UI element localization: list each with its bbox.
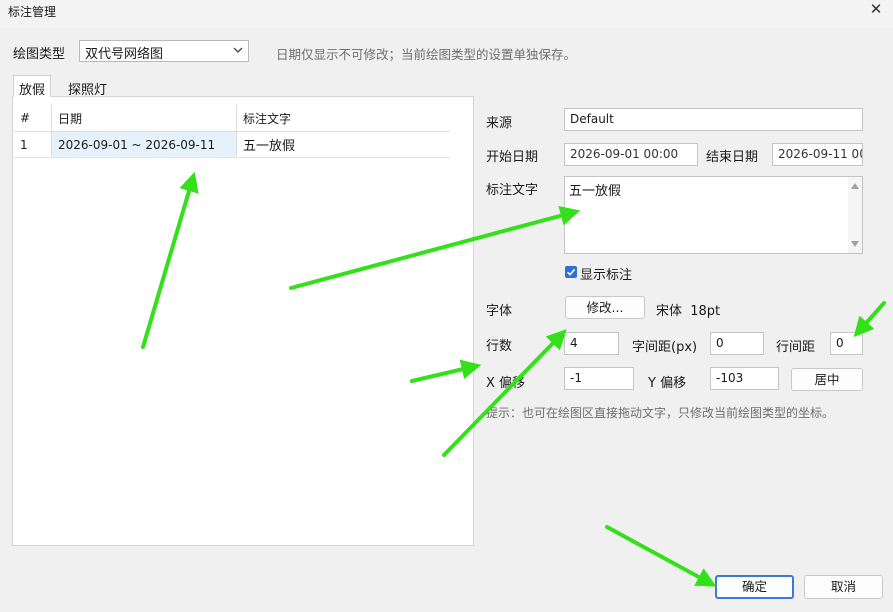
source-field[interactable]: Default bbox=[564, 108, 863, 131]
column-header-date[interactable]: 日期 bbox=[52, 105, 237, 131]
x-offset-label: X 偏移 bbox=[486, 376, 526, 391]
line-spacing-label: 行间距 bbox=[776, 340, 816, 355]
y-offset-field[interactable]: -103 bbox=[710, 367, 779, 390]
rows-label: 行数 bbox=[486, 339, 513, 354]
end-date-field: 2026-09-11 00:00 bbox=[772, 143, 863, 166]
rows-field[interactable]: 4 bbox=[564, 332, 619, 355]
checkmark-icon bbox=[566, 268, 576, 276]
annotation-text-area[interactable]: 五一放假 bbox=[564, 176, 863, 254]
char-spacing-field[interactable]: 0 bbox=[710, 332, 764, 355]
show-annotation-label[interactable]: 显示标注 bbox=[580, 264, 632, 283]
start-date-label: 开始日期 bbox=[486, 150, 539, 165]
drag-tip: 提示：也可在绘图区直接拖动文字，只修改当前绘图类型的坐标。 bbox=[486, 406, 835, 420]
end-date-label: 结束日期 bbox=[706, 150, 759, 165]
line-spacing-field[interactable]: 0 bbox=[830, 332, 863, 355]
column-header-index[interactable]: # bbox=[14, 105, 52, 131]
close-icon[interactable]: ✕ bbox=[862, 0, 890, 18]
arrow-icon bbox=[605, 525, 717, 587]
x-offset-field[interactable]: -1 bbox=[564, 367, 634, 390]
font-modify-button[interactable]: 修改... bbox=[565, 296, 645, 319]
font-label: 字体 bbox=[486, 304, 513, 319]
cancel-button[interactable]: 取消 bbox=[804, 575, 883, 599]
arrow-icon bbox=[853, 301, 886, 338]
window-title: 标注管理 bbox=[8, 5, 57, 19]
y-offset-label: Y 偏移 bbox=[648, 376, 687, 391]
show-annotation-checkbox[interactable] bbox=[565, 266, 577, 278]
tab-holiday[interactable]: 放假 bbox=[13, 75, 52, 98]
chart-type-hint: 日期仅显示不可修改；当前绘图类型的设置单独保存。 bbox=[276, 47, 577, 62]
annotation-list-panel: # 日期 标注文字 1 2026-09-01 ~ 2026-09-11 五一放假 bbox=[12, 96, 474, 546]
chart-type-label: 绘图类型 bbox=[13, 47, 66, 62]
table-row[interactable]: 1 2026-09-01 ~ 2026-09-11 五一放假 bbox=[14, 132, 450, 158]
annotation-table: # 日期 标注文字 1 2026-09-01 ~ 2026-09-11 五一放假 bbox=[14, 105, 450, 158]
chevron-down-icon bbox=[233, 47, 243, 53]
title-bar bbox=[0, 0, 893, 28]
center-button[interactable]: 居中 bbox=[791, 368, 863, 391]
tab-spotlight[interactable]: 探照灯 bbox=[63, 76, 112, 98]
scroll-down-icon[interactable] bbox=[851, 241, 859, 247]
chart-type-value: 双代号网络图 bbox=[85, 47, 164, 62]
char-spacing-label: 字间距(px) bbox=[632, 340, 698, 355]
scroll-up-icon[interactable] bbox=[851, 183, 859, 189]
source-label: 来源 bbox=[486, 116, 513, 131]
start-date-field: 2026-09-01 00:00 bbox=[564, 143, 698, 166]
text-area-scrollbar[interactable] bbox=[848, 177, 862, 253]
row-date[interactable]: 2026-09-01 ~ 2026-09-11 bbox=[52, 132, 237, 157]
row-text[interactable]: 五一放假 bbox=[237, 132, 450, 157]
chart-type-select[interactable]: 双代号网络图 bbox=[79, 40, 249, 62]
column-header-text[interactable]: 标注文字 bbox=[237, 105, 450, 131]
row-index: 1 bbox=[14, 132, 52, 157]
annotation-text-label: 标注文字 bbox=[486, 183, 539, 198]
font-value: 宋体 18pt bbox=[656, 304, 721, 319]
table-header: # 日期 标注文字 bbox=[14, 105, 450, 132]
annotation-text-value: 五一放假 bbox=[569, 184, 622, 199]
ok-button[interactable]: 确定 bbox=[715, 575, 794, 599]
